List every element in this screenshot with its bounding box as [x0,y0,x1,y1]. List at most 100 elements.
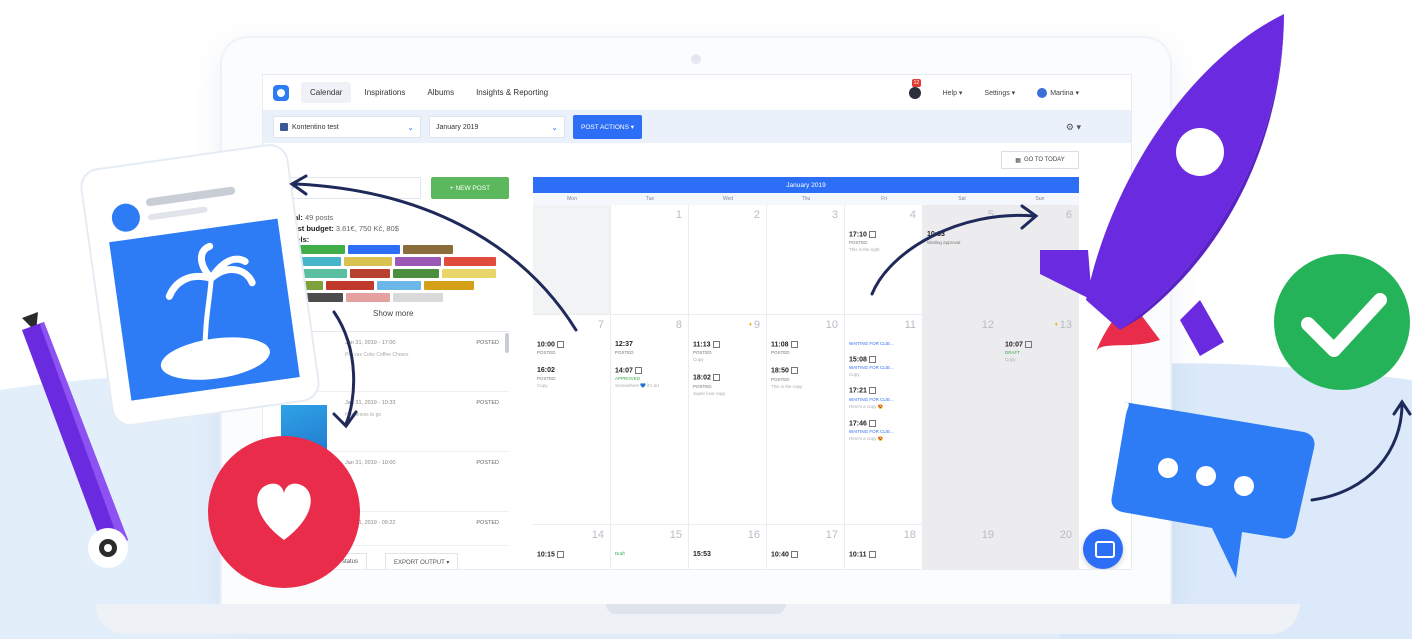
weekday-label: Wed [722,196,734,202]
calendar-day[interactable]: 2 [689,205,767,315]
post-status: POSTED [476,340,499,346]
label-chip[interactable] [348,245,400,254]
calendar-day[interactable]: 17 10:40 [767,525,845,569]
facebook-icon [280,123,288,131]
label-chip[interactable] [287,245,345,254]
calendar-event[interactable]: 14:07 APPROVED Somewhere 💙 it's art [615,367,684,389]
calendar-event[interactable]: 10:07 DRAFT Copy [1005,341,1074,362]
calendar-event[interactable]: 15:53 [693,551,762,558]
calendar-event[interactable]: 16:02 POSTED Copy [537,367,606,388]
label-chip[interactable] [442,269,496,278]
tab-albums[interactable]: Albums [418,82,463,103]
label-chip[interactable] [393,293,443,302]
calendar-event[interactable]: 17:21 WAITING FOR CLIE... Here's a copy … [849,387,918,409]
event-status: POSTED [615,350,634,355]
label-chip[interactable] [287,257,341,266]
status-filter[interactable]: status [333,553,368,569]
label-chip[interactable] [287,281,323,290]
calendar-day[interactable]: 6 [1001,205,1079,315]
settings-menu[interactable]: Settings ▾ [984,89,1015,97]
calendar-day[interactable]: 20 [1001,525,1079,569]
weekday-label: Tue [645,196,655,202]
label-chip[interactable] [287,269,347,278]
calendar-event[interactable]: 11:13 POSTED Copy [693,341,762,362]
calendar-day[interactable]: 4 17:10 POSTED This is the right [845,205,923,315]
month-select-value: January 2019 [436,123,479,131]
tab-inspirations[interactable]: Inspirations [355,82,414,103]
calendar-day[interactable]: 7 10:00 POSTED 16:02 POSTED Copy [533,315,611,525]
label-chip[interactable] [424,281,474,290]
day-number: 6 [1065,209,1072,221]
calendar-day[interactable]: 11 WAITING FOR CLIE... 15:08 WAITING FOR… [845,315,923,525]
export-output-button[interactable]: EXPORT OUTPUT ▾ [385,553,459,569]
calendar-event[interactable]: 18:50 POSTED This is the copy [771,367,840,389]
calendar-day[interactable]: 9 11:13 POSTED Copy 18:02 POSTED Super l… [689,315,767,525]
post-list-scrollbar[interactable] [505,333,509,353]
chevron-down-icon: ⌄ [551,122,558,132]
notification-bell-icon[interactable]: 12 [908,79,922,99]
calendar-event[interactable]: 12:37 POSTED [615,341,684,355]
calendar-event[interactable]: 15:08 WAITING FOR CLIE... Copy [849,356,918,377]
day-number: 20 [1059,529,1072,541]
day-number: 16 [747,529,760,541]
label-chip[interactable] [395,257,441,266]
new-post-button[interactable]: + NEW POST [431,177,509,199]
calendar-day[interactable]: 19 [923,525,1001,569]
tab-calendar[interactable]: Calendar [301,82,352,103]
month-select[interactable]: January 2019 ⌄ [429,116,565,138]
calendar-event[interactable]: WAITING FOR CLIE... [849,341,918,346]
search-input[interactable]: Fi [281,177,421,199]
label-chip[interactable] [344,257,392,266]
label-chip[interactable] [350,269,390,278]
calendar-event[interactable]: Draft [615,551,684,556]
chat-support-icon[interactable] [1083,529,1123,569]
calendar-day[interactable]: 10 11:08 POSTED 18:50 POSTED This is the… [767,315,845,525]
calendar-day[interactable] [533,205,611,315]
go-to-today-button[interactable]: ▦ GO TO TODAY [1001,151,1079,169]
user-menu[interactable]: Martina ▾ [1037,88,1079,98]
label-chip[interactable] [326,281,374,290]
day-number: 2 [753,209,760,221]
calendar-day[interactable]: 3 [767,205,845,315]
calendar-day[interactable]: 12 [923,315,1001,525]
list-item[interactable]: Jan 31, 2019 - 09:22 POSTED [285,512,509,546]
event-time: 10:33 [927,231,945,238]
post-thumbnail[interactable] [281,405,327,497]
label-chip[interactable] [346,293,390,302]
page-select[interactable]: Kontentino test ⌄ [273,116,421,138]
calendar-event[interactable]: 18:02 POSTED Super love copy [693,374,762,396]
label-chip[interactable] [403,245,453,254]
label-chip[interactable] [393,269,439,278]
calendar-day[interactable]: 16 15:53 [689,525,767,569]
calendar-day[interactable]: 15 Draft [611,525,689,569]
calendar-day[interactable]: 18 10:11 [845,525,923,569]
weekday-label: Thu [801,196,811,202]
post-status: POSTED [476,460,499,466]
calendar-day[interactable]: 14 10:15 [533,525,611,569]
help-menu[interactable]: Help ▾ [943,89,963,97]
calendar-event[interactable]: 10:00 POSTED [537,341,606,355]
calendar-event[interactable]: 11:08 POSTED [771,341,840,355]
post-actions-button[interactable]: POST ACTIONS ▾ [573,115,642,139]
calendar-day[interactable]: 8 12:37 POSTED 14:07 APPROVED Somewhere … [611,315,689,525]
calendar-day[interactable]: 5 10:33 Waiting approval [923,205,1001,315]
gear-icon[interactable]: ⚙ ▾ [1066,122,1081,133]
tab-insights-reporting[interactable]: Insights & Reporting [467,82,557,103]
calendar-event[interactable]: 17:10 POSTED This is the right [849,231,918,252]
calendar-event[interactable]: 10:15 [537,551,606,558]
calendar-day[interactable]: 1 [611,205,689,315]
event-status: WAITING FOR CLIE... [849,341,894,346]
label-chip[interactable] [287,293,343,302]
calendar-event[interactable]: 17:46 WAITING FOR CLIE... Here's a copy … [849,419,918,442]
label-chip[interactable] [444,257,496,266]
calendar-event[interactable]: 10:33 Waiting approval [927,231,996,245]
app-logo-icon[interactable] [273,84,289,101]
show-more-link[interactable]: Show more [373,309,413,318]
calendar-event[interactable]: 10:11 [849,551,918,558]
weekday-label: Fri [881,196,887,202]
calendar-day[interactable]: 13 10:07 DRAFT Copy [1001,315,1079,525]
label-chip[interactable] [377,281,421,290]
calendar-event[interactable]: 10:40 [771,551,840,558]
list-item[interactable]: Jan 31, 2019 - 17:00 POSTED Pre vas Coke… [285,332,509,392]
event-status: POSTED [693,383,712,389]
